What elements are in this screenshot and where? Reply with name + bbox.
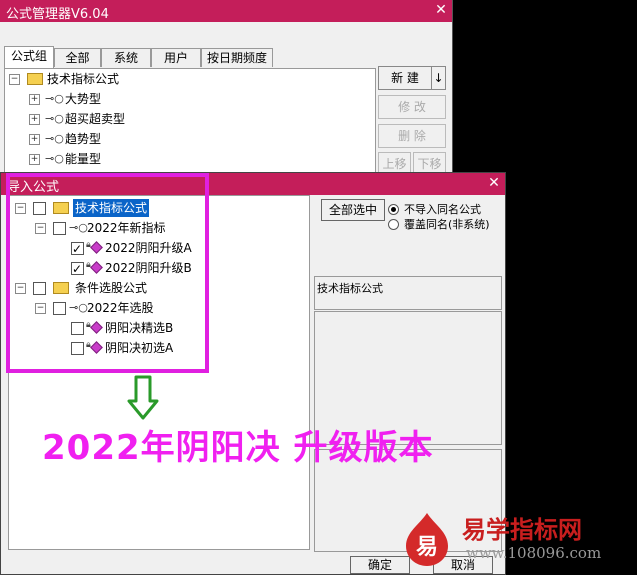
option-overwrite-duplicates[interactable]: 覆盖同名(非系统) bbox=[388, 216, 506, 232]
folder-icon bbox=[27, 73, 43, 85]
tree-item-label: 趋势型 bbox=[65, 132, 102, 146]
watermark-url: www.108096.com bbox=[466, 544, 602, 562]
key-icon: ⊸○ bbox=[45, 112, 64, 125]
manager-title: 公式管理器V6.04 bbox=[6, 7, 109, 22]
expand-icon[interactable]: + bbox=[29, 94, 40, 105]
option-skip-duplicates[interactable]: 不导入同名公式 bbox=[388, 201, 506, 217]
tab-by-date-frequency[interactable]: 按日期频度 bbox=[201, 48, 273, 67]
tree-item-overbought[interactable]: + ⊸○ 超买超卖型 bbox=[29, 110, 229, 128]
key-icon: ⊸○ bbox=[45, 152, 64, 165]
tree-item-trend[interactable]: + ⊸○ 趋势型 bbox=[29, 130, 229, 148]
down-arrow-icon bbox=[127, 375, 159, 420]
watermark-logo-icon: 易 bbox=[406, 513, 448, 566]
radio-selected[interactable] bbox=[388, 204, 399, 215]
manager-formula-tree[interactable]: − 技术指标公式 + ⊸○ 大势型 + ⊸○ 超买超卖型 + ⊸○ 趋势型 + … bbox=[4, 68, 376, 180]
key-icon: ⊸○ bbox=[45, 132, 64, 145]
import-close-icon[interactable]: ✕ bbox=[485, 175, 503, 191]
tab-system[interactable]: 系统 bbox=[101, 48, 151, 67]
delete-button[interactable]: 删 除 bbox=[378, 124, 446, 148]
tab-all[interactable]: 全部 bbox=[54, 48, 101, 67]
tree-root-technical[interactable]: − 技术指标公式 bbox=[9, 70, 309, 88]
promo-banner-text: 2022年阴阳决 升级版本 bbox=[42, 428, 434, 468]
expand-icon[interactable]: + bbox=[29, 154, 40, 165]
watermark-logo-char: 易 bbox=[416, 535, 438, 560]
collapse-icon[interactable]: − bbox=[9, 74, 20, 85]
category-panel: 技术指标公式 bbox=[314, 276, 502, 310]
edit-button[interactable]: 修 改 bbox=[378, 95, 446, 119]
category-text: 技术指标公式 bbox=[317, 282, 383, 295]
watermark-title: 易学指标网 bbox=[462, 516, 582, 544]
tree-item-market[interactable]: + ⊸○ 大势型 bbox=[29, 90, 229, 108]
new-dropdown-arrow[interactable]: ↓ bbox=[431, 66, 446, 90]
expand-icon[interactable]: + bbox=[29, 134, 40, 145]
manager-titlebar: 公式管理器V6.04 ✕ bbox=[0, 0, 452, 22]
tree-item-energy[interactable]: + ⊸○ 能量型 bbox=[29, 150, 229, 168]
new-button[interactable]: 新 建 bbox=[378, 66, 432, 90]
key-icon: ⊸○ bbox=[45, 92, 64, 105]
tree-item-label: 能量型 bbox=[65, 152, 102, 166]
radio[interactable] bbox=[388, 219, 399, 230]
tab-user[interactable]: 用户 bbox=[151, 48, 201, 67]
expand-icon[interactable]: + bbox=[29, 114, 40, 125]
tree-root-label: 技术指标公式 bbox=[47, 72, 120, 86]
highlight-box bbox=[6, 173, 209, 373]
tree-item-label: 超买超卖型 bbox=[65, 112, 126, 126]
tree-item-label: 大势型 bbox=[65, 92, 102, 106]
option-label: 覆盖同名(非系统) bbox=[404, 218, 490, 231]
formula-manager-window: 公式管理器V6.04 ✕ 公式组 全部 系统 用户 按日期频度 − 技术指标公式… bbox=[0, 0, 453, 180]
manager-close-icon[interactable]: ✕ bbox=[432, 2, 450, 18]
tab-formula-group[interactable]: 公式组 bbox=[4, 46, 54, 68]
select-all-button[interactable]: 全部选中 bbox=[321, 199, 385, 221]
option-label: 不导入同名公式 bbox=[404, 203, 481, 216]
